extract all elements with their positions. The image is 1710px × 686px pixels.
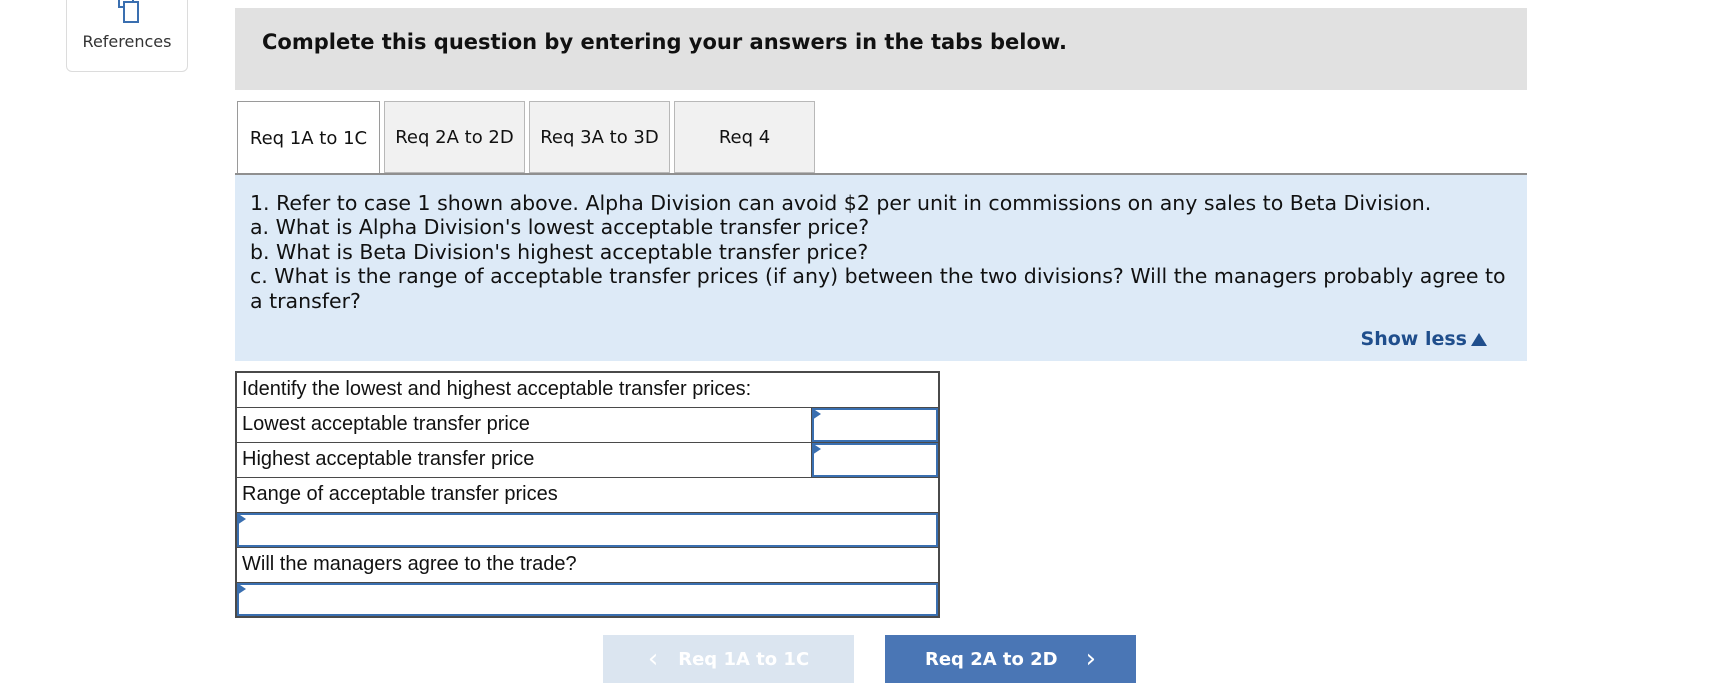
next-requirement-button[interactable]: Req 2A to 2D › (885, 635, 1136, 683)
answer-table: Identify the lowest and highest acceptab… (235, 371, 940, 618)
lowest-price-cell (810, 406, 940, 443)
tab-req-1a-1c[interactable]: Req 1A to 1C (237, 101, 380, 174)
table-row: Highest acceptable transfer price (235, 441, 940, 478)
tab-req-4[interactable]: Req 4 (674, 101, 815, 173)
question-prompt: 1. Refer to case 1 shown above. Alpha Di… (235, 175, 1527, 361)
show-less-label: Show less (1360, 328, 1467, 350)
table-header: Identify the lowest and highest acceptab… (235, 371, 940, 408)
input-marker-icon (237, 582, 246, 595)
highest-price-label: Highest acceptable transfer price (235, 441, 812, 478)
range-label: Range of acceptable transfer prices (235, 476, 940, 513)
references-label: References (82, 32, 172, 51)
lowest-price-label: Lowest acceptable transfer price (235, 406, 812, 443)
prompt-line: a. What is Alpha Division's lowest accep… (250, 215, 870, 240)
tab-req-3a-3d[interactable]: Req 3A to 3D (529, 101, 670, 173)
prev-requirement-label: Req 1A to 1C (678, 648, 810, 670)
input-marker-icon (811, 407, 821, 420)
prompt-line: a transfer? (250, 288, 361, 313)
requirement-tabs: Req 1A to 1C Req 2A to 2D Req 3A to 3D R… (237, 101, 815, 174)
input-marker-icon (811, 442, 821, 455)
references-button[interactable]: References (66, 0, 188, 72)
chevron-right-icon: › (1085, 644, 1097, 674)
table-row: Lowest acceptable transfer price (235, 406, 940, 443)
next-requirement-label: Req 2A to 2D (924, 648, 1058, 670)
highest-price-cell (810, 441, 940, 478)
prompt-line: b. What is Beta Division's highest accep… (250, 239, 869, 264)
range-cell (235, 511, 940, 548)
show-less-link[interactable]: Show less (1361, 328, 1487, 350)
agree-cell (235, 581, 940, 618)
input-marker-icon (237, 512, 246, 525)
highest-price-input[interactable] (811, 442, 938, 477)
range-input[interactable] (237, 512, 938, 547)
lowest-price-input[interactable] (811, 407, 938, 442)
instruction-text: Complete this question by entering your … (262, 30, 1067, 54)
chevron-left-icon: ‹ (647, 644, 659, 674)
instruction-banner: Complete this question by entering your … (235, 8, 1527, 90)
copy-icon (118, 0, 139, 23)
prompt-line: 1. Refer to case 1 shown above. Alpha Di… (250, 191, 1432, 215)
tab-req-2a-2d[interactable]: Req 2A to 2D (384, 101, 525, 173)
agree-input[interactable] (237, 582, 938, 616)
prompt-line: c. What is the range of acceptable trans… (250, 264, 1506, 289)
prev-requirement-button[interactable]: ‹ Req 1A to 1C (603, 635, 854, 683)
caret-up-icon (1471, 332, 1487, 346)
agree-label: Will the managers agree to the trade? (235, 546, 940, 583)
